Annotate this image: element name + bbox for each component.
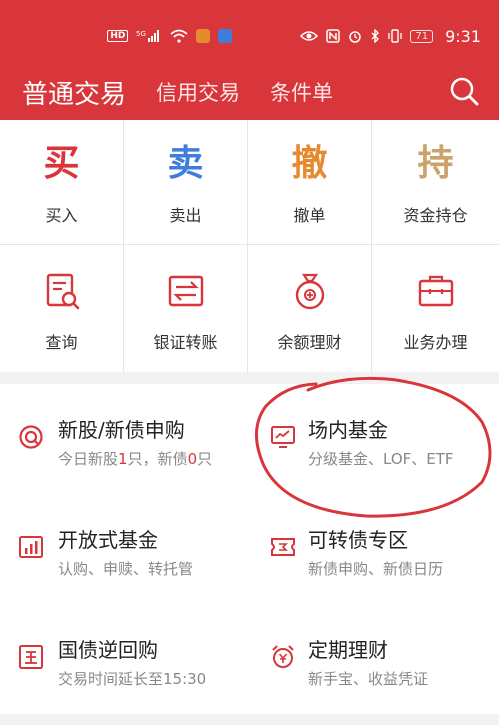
query-label: 查询 bbox=[45, 333, 78, 352]
national-debt-icon bbox=[19, 645, 43, 669]
wifi-icon bbox=[170, 29, 188, 43]
vibrate-icon bbox=[388, 29, 402, 43]
bluetooth-icon bbox=[370, 29, 380, 43]
bank-transfer-button[interactable]: 银证转账 bbox=[124, 245, 248, 372]
battery-indicator: 71 bbox=[410, 29, 434, 43]
balance-finance-label: 余额理财 bbox=[277, 333, 342, 352]
fund-chart-icon bbox=[271, 426, 295, 448]
tab-credit-trade[interactable]: 信用交易 bbox=[156, 77, 240, 107]
app-notification-icon bbox=[196, 29, 211, 43]
eye-icon bbox=[300, 30, 319, 42]
bond-icon bbox=[271, 538, 295, 556]
alarm-yen-icon bbox=[272, 645, 294, 668]
ipo-title: 新股/新债申购 bbox=[58, 418, 185, 442]
shield-notification-icon bbox=[218, 29, 233, 43]
nfc-icon bbox=[326, 29, 341, 43]
buy-label: 买入 bbox=[45, 206, 78, 225]
briefcase-icon bbox=[418, 275, 453, 307]
positions-glyph: 持 bbox=[417, 143, 454, 184]
hd-icon: HD bbox=[107, 30, 129, 42]
open-fund-icon bbox=[19, 536, 43, 558]
top-header: HD 5G 71 9:31 普通交易 信用交易 条件单 bbox=[0, 0, 499, 120]
convertible-bond-title: 可转债专区 bbox=[308, 528, 408, 552]
quick-actions-grid: 买 买入 卖 卖出 撤 撤单 持 资金持仓 查询 银证转账 余额理财 业务办理 bbox=[0, 120, 499, 372]
positions-label: 资金持仓 bbox=[403, 206, 468, 225]
open-fund-title: 开放式基金 bbox=[58, 528, 158, 552]
cancel-order-label: 撤单 bbox=[293, 206, 326, 225]
business-handling-button[interactable]: 业务办理 bbox=[372, 245, 499, 372]
reverse-repo-title: 国债逆回购 bbox=[58, 638, 158, 662]
money-bag-icon bbox=[295, 273, 324, 310]
search-icon bbox=[450, 77, 479, 106]
exchange-fund-title: 场内基金 bbox=[308, 418, 388, 442]
fixed-term-finance-subtitle: 新手宝、收益凭证 bbox=[308, 670, 429, 688]
signal-icon: 5G bbox=[136, 29, 162, 43]
trade-tabs: 普通交易 信用交易 条件单 bbox=[0, 72, 499, 112]
exchange-fund-item[interactable]: 场内基金 分级基金、LOF、ETF bbox=[250, 384, 499, 494]
positions-button[interactable]: 持 资金持仓 bbox=[372, 120, 499, 245]
signal-label: 5G bbox=[136, 30, 146, 38]
buy-glyph: 买 bbox=[43, 143, 80, 184]
open-fund-item[interactable]: 开放式基金 认购、申赎、转托管 bbox=[0, 494, 249, 604]
open-fund-subtitle: 认购、申赎、转托管 bbox=[58, 560, 194, 578]
convertible-bond-subtitle: 新债申购、新债日历 bbox=[308, 560, 444, 578]
buy-button[interactable]: 买 买入 bbox=[0, 120, 124, 245]
search-button[interactable] bbox=[449, 76, 479, 106]
transfer-icon bbox=[168, 275, 203, 307]
fixed-term-finance-title: 定期理财 bbox=[308, 638, 388, 662]
balance-finance-button[interactable]: 余额理财 bbox=[248, 245, 372, 372]
status-bar: HD 5G 71 9:31 bbox=[107, 24, 481, 48]
convertible-bond-item[interactable]: 可转债专区 新债申购、新债日历 bbox=[250, 494, 499, 604]
cancel-order-glyph: 撤 bbox=[291, 143, 328, 184]
ipo-icon bbox=[19, 425, 43, 449]
ipo-subtitle: 今日新股1只，新债0只 bbox=[58, 450, 213, 468]
reverse-repo-subtitle: 交易时间延长至15:30 bbox=[58, 670, 207, 688]
query-button[interactable]: 查询 bbox=[0, 245, 124, 372]
alarm-icon bbox=[348, 29, 362, 43]
services-list: 新股/新债申购 今日新股1只，新债0只 场内基金 分级基金、LOF、ETF 开放… bbox=[0, 384, 499, 714]
tab-normal-trade[interactable]: 普通交易 bbox=[22, 74, 126, 111]
cancel-order-button[interactable]: 撤 撤单 bbox=[248, 120, 372, 245]
exchange-fund-subtitle: 分级基金、LOF、ETF bbox=[308, 450, 454, 468]
business-handling-label: 业务办理 bbox=[403, 333, 468, 352]
query-icon bbox=[46, 273, 79, 310]
bank-transfer-label: 银证转账 bbox=[153, 333, 218, 352]
status-time: 9:31 bbox=[445, 26, 481, 46]
sell-label: 卖出 bbox=[169, 206, 202, 225]
fixed-term-finance-item[interactable]: 定期理财 新手宝、收益凭证 bbox=[250, 604, 499, 714]
sell-glyph: 卖 bbox=[167, 143, 204, 184]
ipo-subscription-item[interactable]: 新股/新债申购 今日新股1只，新债0只 bbox=[0, 384, 249, 494]
reverse-repo-item[interactable]: 国债逆回购 交易时间延长至15:30 bbox=[0, 604, 249, 714]
tab-conditional-order[interactable]: 条件单 bbox=[270, 77, 333, 107]
sell-button[interactable]: 卖 卖出 bbox=[124, 120, 248, 245]
